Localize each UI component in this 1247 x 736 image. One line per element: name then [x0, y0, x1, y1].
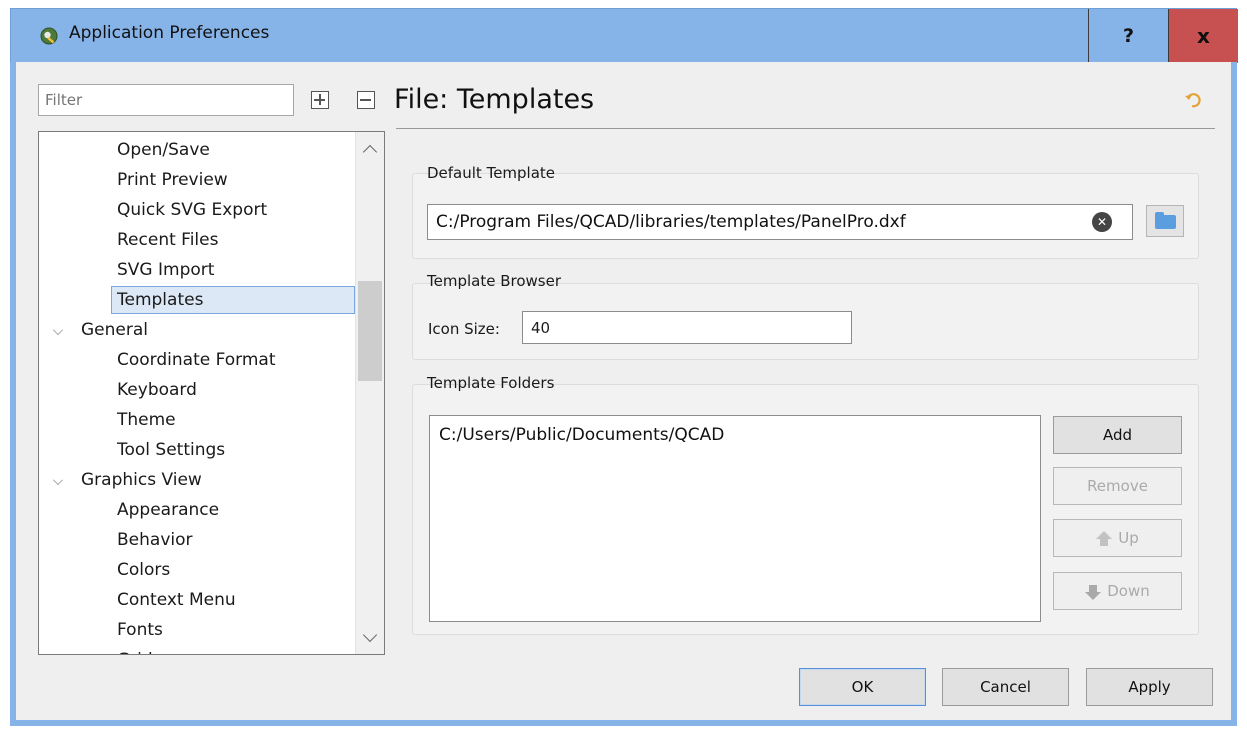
tree-item[interactable]: Behavior: [39, 525, 355, 555]
default-template-label: Default Template: [427, 164, 556, 182]
scroll-down-icon[interactable]: [362, 627, 378, 643]
tree-item[interactable]: Colors: [39, 555, 355, 585]
icon-size-input[interactable]: 40: [522, 311, 852, 344]
tree-item-label: Tool Settings: [117, 440, 226, 460]
tree-item-label: SVG Import: [117, 260, 215, 280]
down-button[interactable]: Down: [1053, 572, 1182, 610]
header-divider: [396, 128, 1215, 129]
tree-item-label: Print Preview: [117, 170, 228, 190]
page-title: File: Templates: [394, 84, 595, 115]
icon-size-label: Icon Size:: [428, 320, 500, 338]
template-folders-list[interactable]: C:/Users/Public/Documents/QCAD: [429, 415, 1041, 622]
settings-tree[interactable]: Open/Save Print Preview Quick SVG Export Re…: [38, 131, 385, 655]
tree-item[interactable]: SVG Import: [39, 255, 355, 285]
expand-all-icon[interactable]: [311, 91, 329, 109]
tree-item-label: Fonts: [117, 620, 163, 640]
tree-scrollbar[interactable]: [355, 132, 384, 654]
apply-button[interactable]: Apply: [1086, 668, 1213, 706]
ok-label: OK: [851, 678, 874, 696]
tree-item-label: General: [81, 320, 148, 340]
scrollbar-thumb[interactable]: [358, 281, 382, 381]
collapse-all-icon[interactable]: [357, 91, 375, 109]
cancel-button[interactable]: Cancel: [942, 668, 1069, 706]
template-browser-label: Template Browser: [427, 272, 561, 290]
tree-item-label: Context Menu: [117, 590, 236, 610]
tree-item-label: Keyboard: [117, 380, 197, 400]
tree-item-label: Templates: [111, 286, 355, 314]
arrow-down-icon: [1085, 585, 1102, 600]
preferences-window: Application Preferences ? x Open/Save Pri…: [0, 0, 1247, 736]
tree-item[interactable]: Coordinate Format: [39, 345, 355, 375]
apply-label: Apply: [1128, 678, 1171, 696]
tree-item[interactable]: Print Preview: [39, 165, 355, 195]
tree-item[interactable]: Tool Settings: [39, 435, 355, 465]
template-path-field[interactable]: C:/Program Files/QCAD/libraries/template…: [427, 204, 1133, 240]
clear-icon[interactable]: ✕: [1092, 212, 1112, 232]
add-button[interactable]: Add: [1053, 416, 1182, 454]
tree-item[interactable]: Context Menu: [39, 585, 355, 615]
tree-item[interactable]: Keyboard: [39, 375, 355, 405]
tree-item-label: Recent Files: [117, 230, 219, 250]
chevron-down-icon[interactable]: [53, 475, 63, 485]
tree-item[interactable]: General: [39, 315, 355, 345]
tree-item[interactable]: Templates: [39, 285, 355, 315]
tree-item-label: Coordinate Format: [117, 350, 276, 370]
tree-item-label: Open/Save: [117, 140, 210, 160]
help-button[interactable]: ?: [1088, 9, 1169, 63]
template-folders-label: Template Folders: [427, 374, 555, 392]
list-item[interactable]: C:/Users/Public/Documents/QCAD: [439, 425, 724, 445]
tree-item[interactable]: Grid: [39, 645, 355, 654]
tree-item-label: Appearance: [117, 500, 220, 520]
tree-item-label: Colors: [117, 560, 171, 580]
browse-folder-button[interactable]: [1146, 205, 1184, 237]
scroll-up-icon[interactable]: [362, 144, 378, 160]
tree-item[interactable]: Quick SVG Export: [39, 195, 355, 225]
add-label: Add: [1102, 426, 1133, 444]
tree-item-label: Behavior: [117, 530, 193, 550]
tree-item[interactable]: Appearance: [39, 495, 355, 525]
tree-item-label: Quick SVG Export: [117, 200, 268, 220]
close-button[interactable]: x: [1169, 9, 1238, 63]
down-label: Down: [1107, 582, 1150, 600]
up-button[interactable]: Up: [1053, 519, 1182, 557]
cancel-label: Cancel: [980, 678, 1031, 696]
reset-icon[interactable]: [1184, 90, 1204, 110]
tree-item[interactable]: Theme: [39, 405, 355, 435]
tree-item[interactable]: Open/Save: [39, 135, 355, 165]
tree-item[interactable]: Fonts: [39, 615, 355, 645]
folder-icon-body: [1155, 215, 1176, 229]
arrow-up-icon: [1096, 531, 1113, 546]
up-label: Up: [1118, 529, 1139, 547]
close-icon: x: [1197, 24, 1210, 48]
help-icon: ?: [1122, 25, 1135, 47]
tree-item-label: Theme: [117, 410, 176, 430]
remove-label: Remove: [1087, 477, 1148, 495]
tree-item[interactable]: Graphics View: [39, 465, 355, 495]
chevron-down-icon[interactable]: [53, 325, 63, 335]
tree-item[interactable]: Recent Files: [39, 225, 355, 255]
qcad-app-icon: [40, 27, 58, 45]
window-title: Application Preferences: [69, 23, 270, 43]
ok-button[interactable]: OK: [799, 668, 926, 706]
tree-item-label: Graphics View: [81, 470, 202, 490]
title-bar[interactable]: Application Preferences ? x: [10, 8, 1238, 63]
remove-button[interactable]: Remove: [1053, 467, 1182, 505]
filter-input[interactable]: [38, 84, 294, 116]
tree-item-label: Grid: [117, 650, 153, 654]
